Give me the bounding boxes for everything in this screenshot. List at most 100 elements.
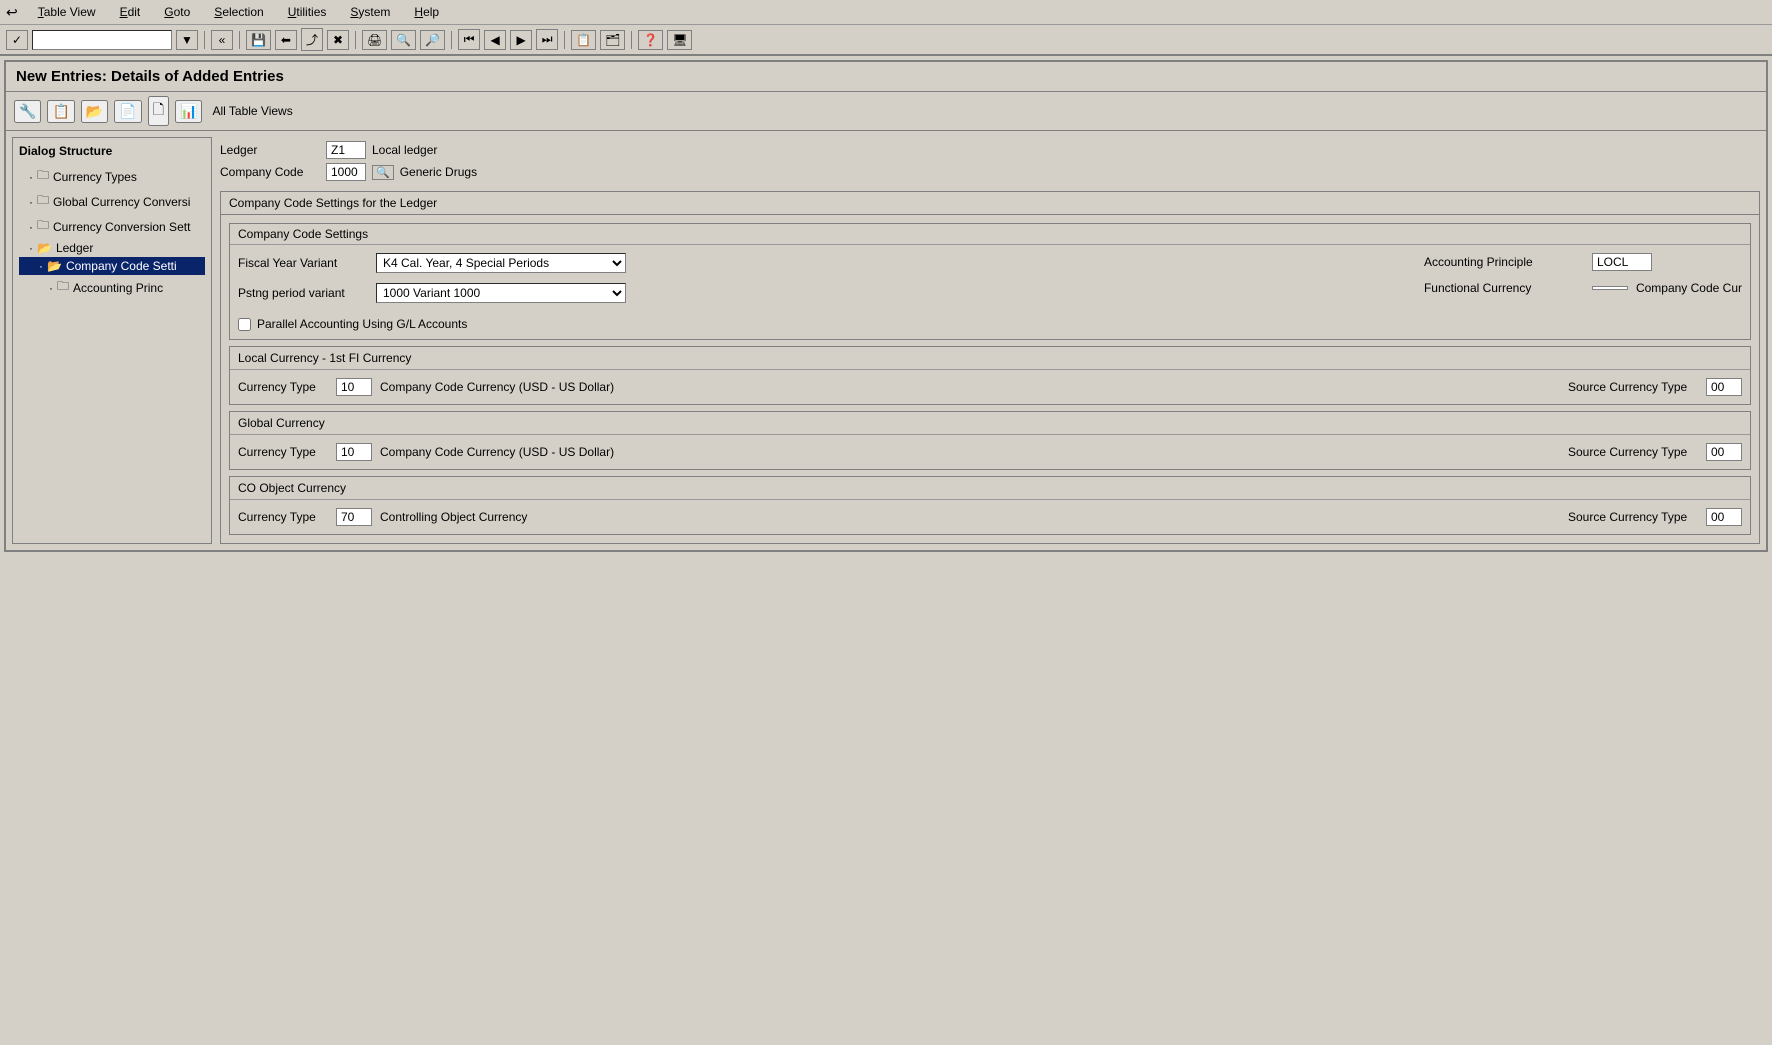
first-button[interactable]: ⏮ bbox=[458, 29, 480, 50]
sub-btn-2[interactable]: 📋 bbox=[47, 100, 74, 123]
folder-icon-1: 🗀 bbox=[37, 166, 49, 187]
sidebar-item-currency-types[interactable]: · 🗀 Currency Types bbox=[19, 164, 205, 189]
global-currency-body: Currency Type 10 Company Code Currency (… bbox=[230, 435, 1750, 469]
sub-btn-1[interactable]: 🔧 bbox=[14, 100, 41, 123]
grid-button[interactable]: 🗂 bbox=[600, 30, 625, 50]
ledger-label: Ledger bbox=[220, 143, 320, 157]
pstng-period-select[interactable]: 1000 Variant 1000 bbox=[376, 283, 626, 303]
main-window: New Entries: Details of Added Entries 🔧 … bbox=[4, 60, 1768, 552]
col-left: Fiscal Year Variant K4 Cal. Year, 4 Spec… bbox=[238, 253, 1404, 331]
command-input[interactable] bbox=[32, 30, 172, 50]
prev-button[interactable]: « bbox=[211, 30, 233, 50]
sidebar-label-2: Global Currency Conversi bbox=[53, 195, 190, 209]
co-object-currency-header: CO Object Currency bbox=[230, 477, 1750, 500]
menu-edit[interactable]: Edit bbox=[116, 3, 145, 21]
print-button[interactable]: 🖨 bbox=[362, 30, 387, 50]
menu-table-view[interactable]: Table View bbox=[34, 3, 100, 21]
folder-icon-3: 🗀 bbox=[37, 216, 49, 237]
co-object-currency-body: Currency Type 70 Controlling Object Curr… bbox=[230, 500, 1750, 534]
global-source-currency-type-label: Source Currency Type bbox=[1568, 445, 1698, 459]
back-button[interactable]: ⬅ bbox=[275, 30, 297, 50]
pstng-period-label: Pstng period variant bbox=[238, 286, 368, 300]
sub-section-company-code-settings: Company Code Settings Fiscal Year Varian… bbox=[229, 223, 1751, 340]
save-button[interactable]: 💾 bbox=[246, 30, 271, 50]
last-button[interactable]: ⏭ bbox=[536, 29, 558, 50]
bullet-6: · bbox=[49, 281, 53, 295]
sep5 bbox=[564, 31, 565, 49]
sidebar-label-5: Company Code Setti bbox=[66, 259, 177, 273]
section-header-company-code: Company Code Settings for the Ledger bbox=[221, 192, 1759, 215]
sidebar-item-company-code-settings[interactable]: · 📂 Company Code Setti bbox=[19, 257, 205, 275]
company-code-search-button[interactable]: 🔍 bbox=[372, 165, 394, 180]
find-button[interactable]: 🔍 bbox=[391, 30, 416, 50]
sub-btn-4[interactable]: 📄 bbox=[114, 100, 141, 123]
fiscal-year-select[interactable]: K4 Cal. Year, 4 Special Periods bbox=[376, 253, 626, 273]
sub-btn-6[interactable]: 📊 bbox=[175, 100, 202, 123]
menu-goto[interactable]: Goto bbox=[160, 3, 194, 21]
sidebar-item-global-currency[interactable]: · 🗀 Global Currency Conversi bbox=[19, 189, 205, 214]
layout-button[interactable]: 📋 bbox=[571, 30, 596, 50]
co-currency-type-desc: Controlling Object Currency bbox=[380, 510, 1540, 524]
co-source-currency-type-label: Source Currency Type bbox=[1568, 510, 1698, 524]
sidebar-item-ledger[interactable]: · 📂 Ledger bbox=[19, 239, 205, 257]
sub-btn-3[interactable]: 📂 bbox=[81, 100, 108, 123]
sep1 bbox=[204, 31, 205, 49]
bullet-1: · bbox=[29, 170, 33, 184]
functional-currency-label: Functional Currency bbox=[1424, 281, 1584, 295]
sep3 bbox=[355, 31, 356, 49]
menu-system[interactable]: System bbox=[346, 3, 394, 21]
menu-selection[interactable]: Selection bbox=[210, 3, 267, 21]
prev-page-button[interactable]: ◀ bbox=[484, 30, 506, 50]
sidebar-label-6: Accounting Princ bbox=[73, 281, 163, 295]
col-right: Accounting Principle LOCL Functional Cur… bbox=[1424, 253, 1742, 299]
dropdown-button[interactable]: ▼ bbox=[176, 30, 198, 50]
accounting-principle-label: Accounting Principle bbox=[1424, 255, 1584, 269]
bullet-2: · bbox=[29, 195, 33, 209]
section-body-company-code: Company Code Settings Fiscal Year Varian… bbox=[221, 215, 1759, 543]
check-button[interactable]: ✓ bbox=[6, 30, 28, 50]
accounting-principle-value: LOCL bbox=[1592, 253, 1652, 271]
functional-currency-desc: Company Code Cur bbox=[1636, 281, 1742, 295]
global-currency-type-label: Currency Type bbox=[238, 445, 328, 459]
local-source-currency-type-value: 00 bbox=[1706, 378, 1742, 396]
co-object-currency-row: Currency Type 70 Controlling Object Curr… bbox=[238, 508, 1742, 526]
fiscal-year-label: Fiscal Year Variant bbox=[238, 256, 368, 270]
company-code-desc: Generic Drugs bbox=[400, 165, 477, 179]
exit-btn[interactable]: ⤴ bbox=[301, 28, 323, 51]
company-code-row: Company Code 1000 🔍 Generic Drugs bbox=[220, 163, 1760, 181]
toolbar: ✓ ▼ « 💾 ⬅ ⤴ ✖ 🖨 🔍 🔎 ⏮ ◀ ▶ ⏭ 📋 🗂 ❓ 🖥 bbox=[0, 25, 1772, 56]
dialog-structure-sidebar: Dialog Structure · 🗀 Currency Types · 🗀 … bbox=[12, 137, 212, 544]
folder-icon-2: 🗀 bbox=[37, 191, 49, 212]
co-currency-type-value: 70 bbox=[336, 508, 372, 526]
global-source-currency-type-value: 00 bbox=[1706, 443, 1742, 461]
pstng-period-row: Pstng period variant 1000 Variant 1000 bbox=[238, 283, 1404, 303]
local-currency-row: Currency Type 10 Company Code Currency (… bbox=[238, 378, 1742, 396]
sidebar-label-1: Currency Types bbox=[53, 170, 137, 184]
parallel-accounting-label: Parallel Accounting Using G/L Accounts bbox=[257, 317, 467, 331]
company-code-label: Company Code bbox=[220, 165, 320, 179]
global-currency-section: Global Currency Currency Type 10 Company… bbox=[229, 411, 1751, 470]
menu-utilities[interactable]: Utilities bbox=[284, 3, 331, 21]
sep2 bbox=[239, 31, 240, 49]
local-currency-type-value: 10 bbox=[336, 378, 372, 396]
global-currency-row: Currency Type 10 Company Code Currency (… bbox=[238, 443, 1742, 461]
local-currency-header: Local Currency - 1st FI Currency bbox=[230, 347, 1750, 370]
company-code-settings-panel: Company Code Settings for the Ledger Com… bbox=[220, 191, 1760, 544]
ledger-company-header: Ledger Z1 Local ledger Company Code 1000… bbox=[220, 137, 1760, 185]
sidebar-item-currency-conversion[interactable]: · 🗀 Currency Conversion Sett bbox=[19, 214, 205, 239]
local-currency-type-desc: Company Code Currency (USD - US Dollar) bbox=[380, 380, 1540, 394]
sidebar-item-accounting-princ[interactable]: · 🗀 Accounting Princ bbox=[19, 275, 205, 300]
system-button[interactable]: 🖥 bbox=[667, 30, 692, 50]
next-page-button[interactable]: ▶ bbox=[510, 30, 532, 50]
help-button[interactable]: ❓ bbox=[638, 30, 663, 50]
sub-section-header: Company Code Settings bbox=[230, 224, 1750, 245]
sub-btn-5[interactable]: 🗋 bbox=[148, 96, 169, 126]
find-next-button[interactable]: 🔎 bbox=[420, 30, 445, 50]
parallel-accounting-checkbox[interactable] bbox=[238, 318, 251, 331]
bullet-4: · bbox=[29, 241, 33, 255]
exit-icon[interactable]: ↩ bbox=[6, 4, 18, 21]
cancel-button[interactable]: ✖ bbox=[327, 30, 349, 50]
all-table-views-label: All Table Views bbox=[212, 104, 292, 118]
menu-help[interactable]: Help bbox=[410, 3, 443, 21]
accounting-principle-row: Accounting Principle LOCL bbox=[1424, 253, 1742, 271]
